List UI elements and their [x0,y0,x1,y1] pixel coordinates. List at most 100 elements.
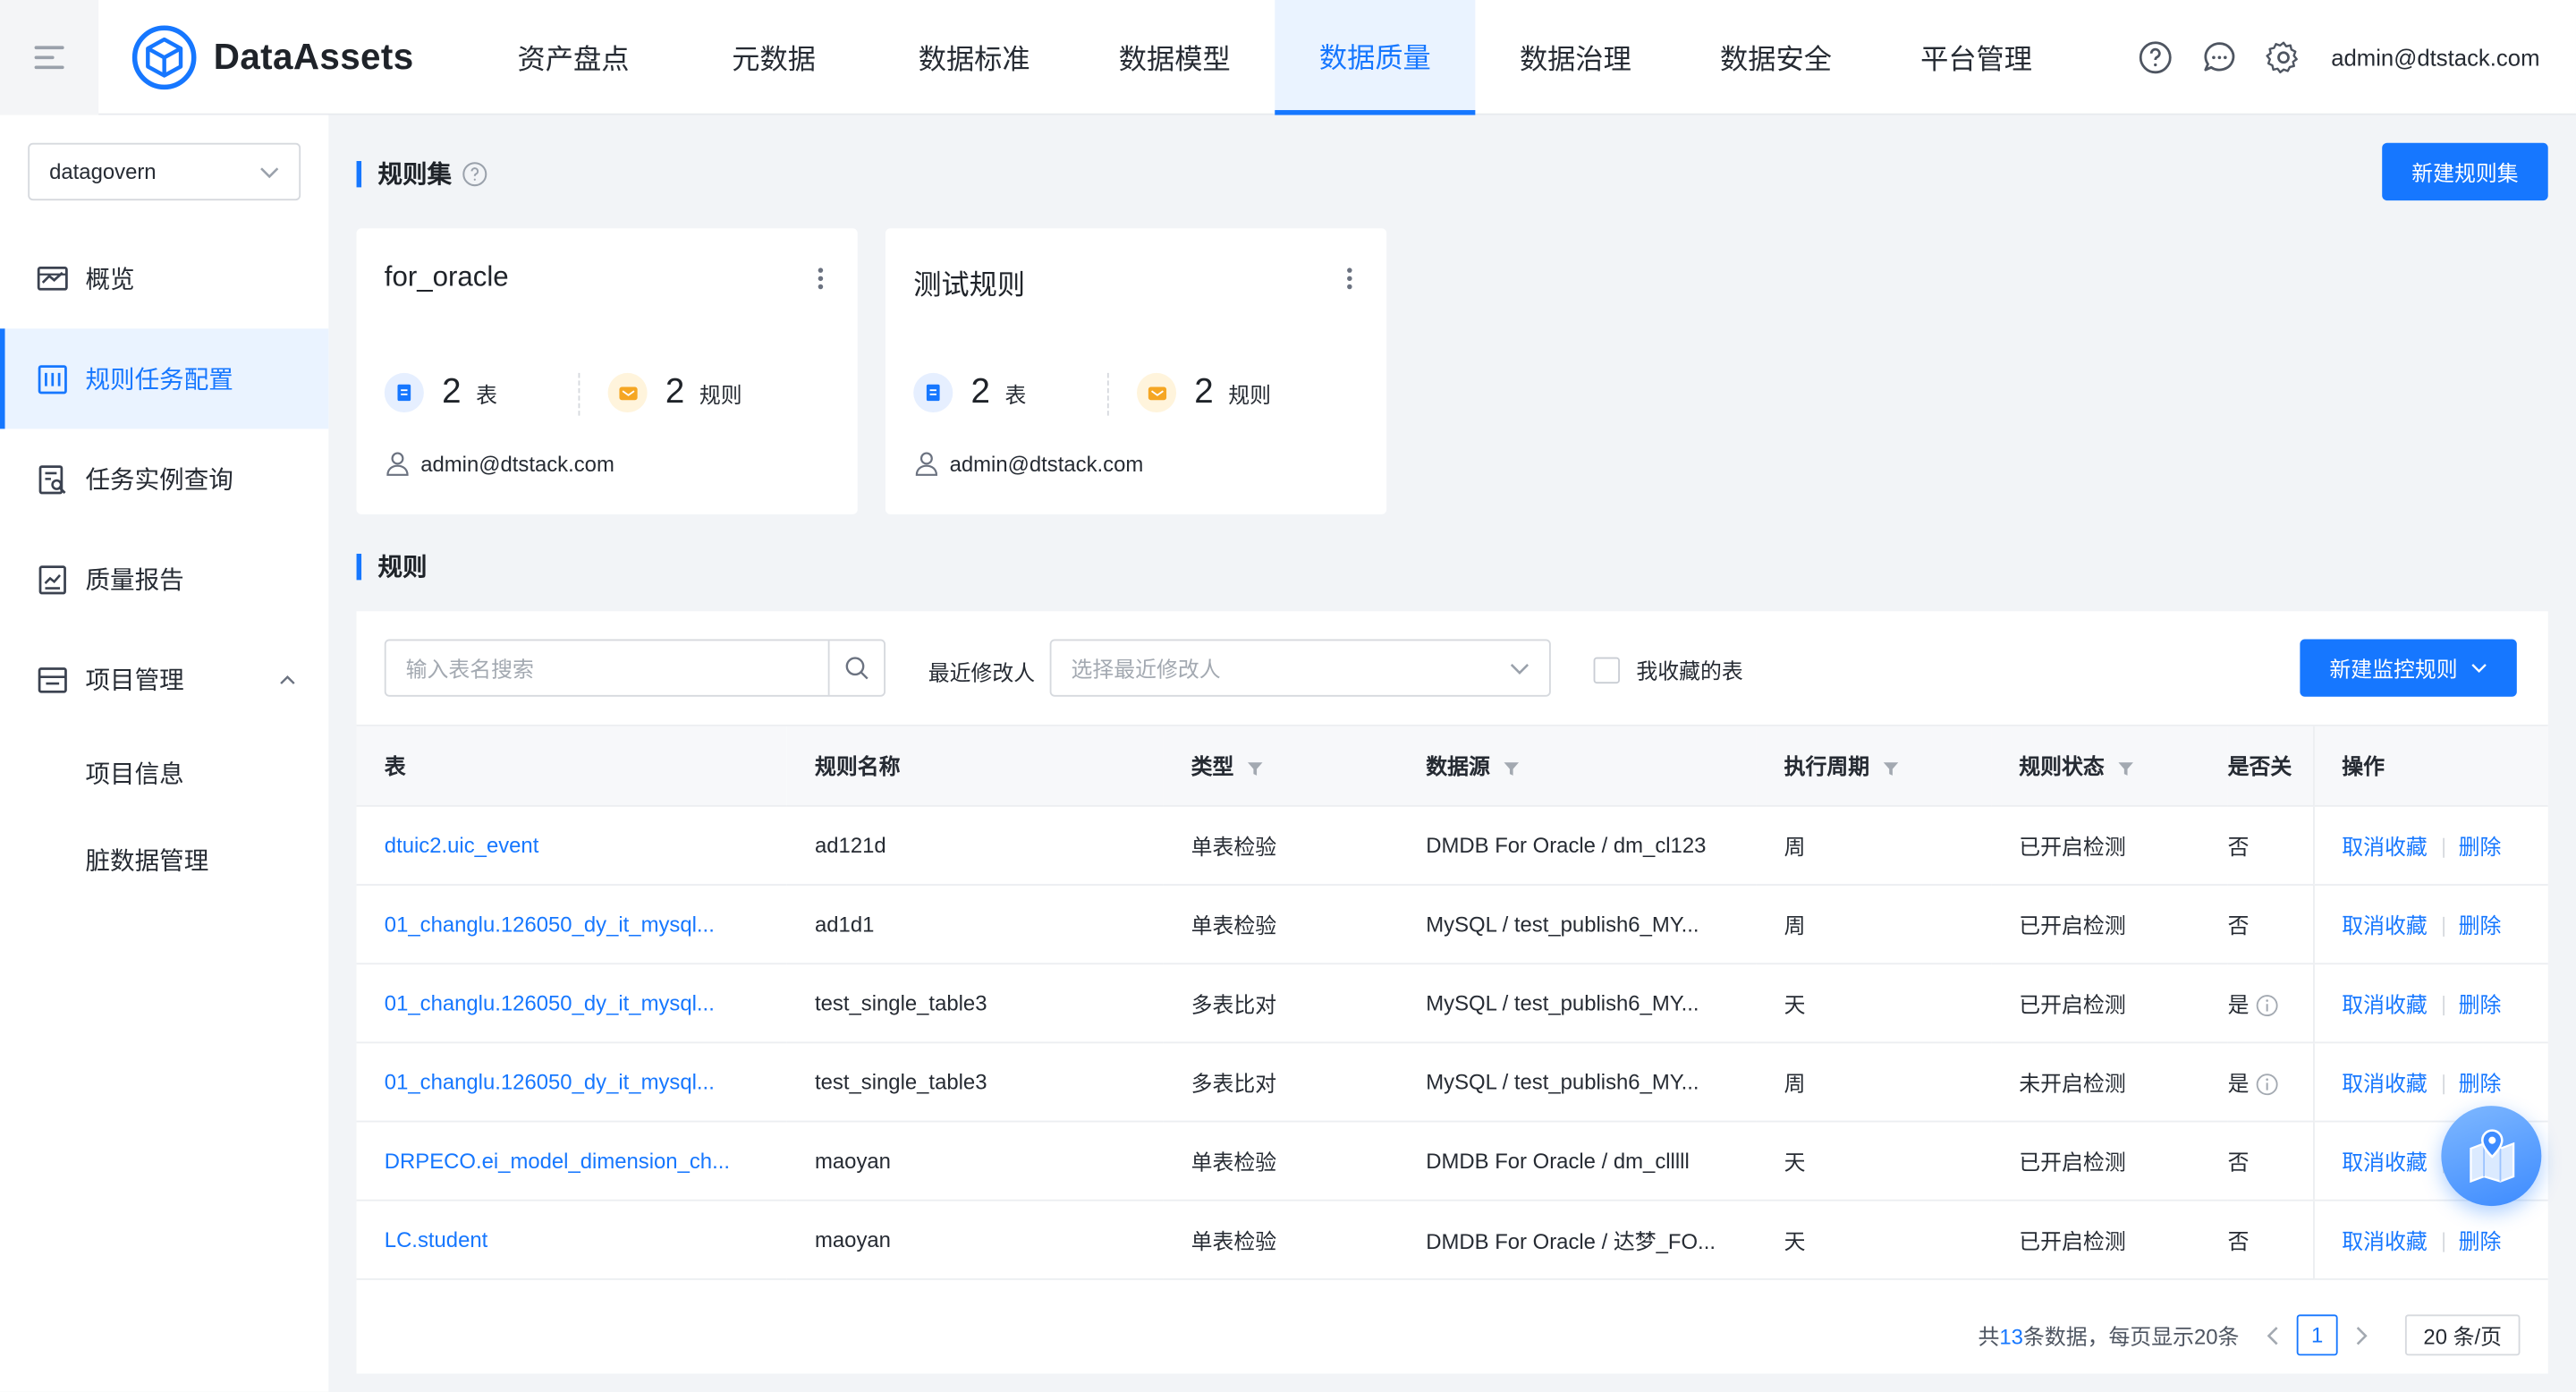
nav-tab-data-security[interactable]: 数据安全 [1675,0,1876,115]
table-name-link[interactable]: dtuic2.uic_event [356,804,787,886]
sidebar-item-task-instances[interactable]: 任务实例查询 [0,429,328,529]
table-row[interactable]: LC.student maoyan 单表检验 DMDB For Oracle / 达梦… [356,1199,2548,1279]
unfavorite-button[interactable]: 取消收藏 [2342,1150,2428,1175]
new-ruleset-button[interactable]: 新建规则集 [2382,142,2548,201]
message-icon[interactable] [2201,38,2237,74]
ruleset-card[interactable]: for_oracle 2 表 2 规则 admin@dtstack.com [356,228,858,514]
nav-right-tools: admin@dtstack.com [2109,38,2576,74]
datasource-cell: MySQL / test_publish6_MY... [1398,1041,1757,1122]
table-name-link[interactable]: 01_changlu.126050_dy_it_mysql... [356,884,787,964]
ruleset-card[interactable]: 测试规则 2 表 2 规则 admin@dtstack.com [885,228,1387,514]
ruleset-card-title: 测试规则 [913,269,1026,301]
project-select[interactable]: datagovern [28,142,301,201]
table-count: 2 [442,372,462,412]
flag-value: 否 [2227,834,2250,859]
filter-icon[interactable] [2118,760,2134,777]
cycle-cell: 周 [1756,804,1992,886]
owner-name: admin@dtstack.com [420,451,614,476]
filter-icon[interactable] [1883,760,1899,777]
table-row[interactable]: DRPECO.ei_model_dimension_ch... maoyan 单表检… [356,1120,2548,1201]
nav-tab-data-governance[interactable]: 数据治理 [1475,0,1675,115]
owner-name: admin@dtstack.com [949,451,1144,476]
delete-button[interactable]: 删除 [2459,834,2502,859]
sidebar-item-project-management[interactable]: 项目管理 [0,629,328,729]
nav-tab-metadata[interactable]: 元数据 [674,0,874,115]
chevron-left-icon[interactable] [2262,1323,2285,1346]
chevron-right-icon[interactable] [2349,1323,2372,1346]
column-header-cycle[interactable]: 执行周期 [1756,726,1992,806]
info-icon[interactable] [2256,994,2279,1017]
filter-icon[interactable] [1247,760,1263,777]
unfavorite-button[interactable]: 取消收藏 [2342,991,2428,1016]
search-input[interactable]: 输入表名搜索 [386,652,828,683]
table-row[interactable]: 01_changlu.126050_dy_it_mysql... ad1d1 单表检… [356,884,2548,964]
table-header-row: 表 规则名称 类型 数据源 执行周期 规则状态 是否关 操作 [356,726,2548,806]
total-suffix: 条数据，每页显示20条 [2022,1324,2240,1349]
modifier-select[interactable]: 选择最近修改人 [1049,639,1551,697]
current-user[interactable]: admin@dtstack.com [2331,44,2539,70]
ruleset-title-text: 规则集 [377,160,453,190]
unfavorite-button[interactable]: 取消收藏 [2342,912,2428,938]
info-icon[interactable] [2256,1073,2279,1096]
sidebar-item-label: 质量报告 [85,566,184,595]
sidebar-subitem-project-info[interactable]: 项目信息 [0,729,328,816]
floating-guide-button[interactable] [2441,1106,2542,1207]
nav-tab-data-standards[interactable]: 数据标准 [874,0,1074,115]
actions-cell: 取消收藏 删除 [2312,1199,2548,1279]
nav-tab-data-model[interactable]: 数据模型 [1074,0,1275,115]
checkbox[interactable] [1593,656,1620,683]
sidebar-item-rule-task-config[interactable]: 规则任务配置 [0,328,329,429]
unfavorite-button[interactable]: 取消收藏 [2342,834,2428,859]
rules-table: 表 规则名称 类型 数据源 执行周期 规则状态 是否关 操作 dtuic2.ui… [356,726,2548,1279]
unfavorite-button[interactable]: 取消收藏 [2342,1228,2428,1253]
new-monitor-rule-button[interactable]: 新建监控规则 [2300,639,2517,697]
filter-icon[interactable] [1504,760,1520,777]
flag-value: 否 [2227,1149,2250,1175]
delete-button[interactable]: 删除 [2459,912,2502,938]
column-header-type[interactable]: 类型 [1163,726,1399,806]
table-name-link[interactable]: 01_changlu.126050_dy_it_mysql... [356,1041,787,1122]
nav-tab-asset-inventory[interactable]: 资产盘点 [473,0,674,115]
nav-tab-platform-admin[interactable]: 平台管理 [1877,0,2077,115]
delete-button[interactable]: 删除 [2459,1228,2502,1253]
table-row[interactable]: 01_changlu.126050_dy_it_mysql... test_sin… [356,1041,2548,1122]
sidebar-subitem-dirty-data[interactable]: 脏数据管理 [0,817,328,904]
page-1-button[interactable]: 1 [2296,1314,2338,1356]
rule-count: 2 [665,372,685,412]
search-button[interactable] [827,641,884,695]
column-header-rule-name: 规则名称 [786,726,1164,806]
sidebar: datagovern 概览 规则任务配置 任务实例查询 质量报告 项目管理 项目… [0,115,329,1392]
flag-value: 否 [2227,1227,2250,1253]
cube-logo-icon [131,24,197,89]
ruleset-card-rules: 2 规则 [607,372,742,413]
table-row[interactable]: 01_changlu.126050_dy_it_mysql... test_sin… [356,963,2548,1043]
delete-button[interactable]: 删除 [2459,1071,2502,1096]
card-divider [578,372,580,416]
menu-toggle-button[interactable] [0,0,99,115]
help-icon[interactable] [2137,38,2173,74]
sidebar-item-overview[interactable]: 概览 [0,228,328,328]
sidebar-item-quality-report[interactable]: 质量报告 [0,529,328,629]
delete-button[interactable]: 删除 [2459,991,2502,1016]
column-header-datasource[interactable]: 数据源 [1398,726,1757,806]
table-row[interactable]: dtuic2.uic_event ad121d 单表检验 DMDB For Oracl… [356,804,2548,886]
unfavorite-button[interactable]: 取消收藏 [2342,1071,2428,1096]
more-options-icon[interactable] [1343,265,1353,294]
ruleset-card-title: for_oracle [384,261,509,293]
more-options-icon[interactable] [815,265,825,294]
favorite-tables-checkbox[interactable]: 我收藏的表 [1593,654,1743,685]
user-icon [915,452,938,476]
table-name-link[interactable]: DRPECO.ei_model_dimension_ch... [356,1120,787,1201]
page-size-select[interactable]: 20 条/页 [2404,1314,2521,1356]
table-search[interactable]: 输入表名搜索 [384,639,886,697]
table-name-link[interactable]: 01_changlu.126050_dy_it_mysql... [356,963,787,1043]
app-logo[interactable]: DataAssets [131,24,453,89]
gear-icon[interactable] [2266,38,2301,74]
table-name-link[interactable]: LC.student [356,1199,787,1279]
column-header-status[interactable]: 规则状态 [1991,726,2228,806]
nav-tab-data-quality[interactable]: 数据质量 [1275,0,1476,115]
flag-cell: 否 [2227,804,2314,886]
flag-cell: 否 [2227,1199,2314,1279]
status-cell: 已开启检测 [1991,804,2228,886]
help-icon[interactable] [462,160,487,186]
